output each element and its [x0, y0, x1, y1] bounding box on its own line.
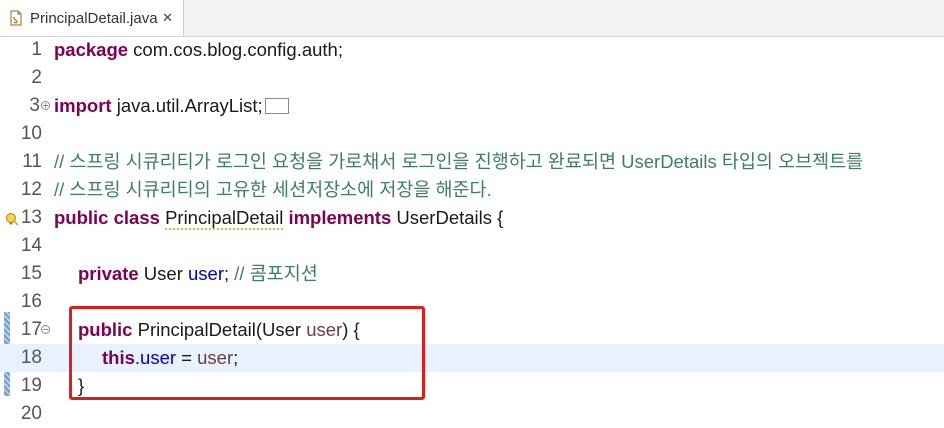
code-line-15[interactable]: 15 private User user; // 콤포지션: [0, 260, 944, 288]
keyword: class: [113, 207, 160, 228]
field-name: user: [188, 263, 225, 284]
code-line-10[interactable]: 10: [0, 120, 944, 148]
collapse-fold-icon[interactable]: −: [41, 325, 50, 334]
line-number: 14: [20, 235, 42, 256]
editor-tab-bar: PrincipalDetail.java ✕: [0, 0, 944, 37]
tab-label: PrincipalDetail.java: [30, 9, 158, 27]
keyword: private: [78, 263, 139, 284]
code-text: User: [138, 263, 189, 284]
line-number: 2: [31, 67, 42, 88]
comment-text: // 스프링 시큐리티가 로그인 요청을 가로채서 로그인을 진행하고 완료되면…: [54, 151, 864, 172]
keyword: package: [54, 39, 129, 60]
code-line-13[interactable]: 13 public class PrincipalDetail implemen…: [0, 204, 944, 232]
close-icon[interactable]: ✕: [162, 11, 173, 26]
line-code: public class PrincipalDetail implements …: [54, 204, 503, 232]
comment-text: // 콤포지션: [234, 263, 318, 284]
line-code: import java.util.ArrayList;: [54, 92, 289, 120]
line-number: 17: [20, 319, 42, 340]
code-line-3[interactable]: 3 + import java.util.ArrayList;: [0, 92, 944, 120]
code-text: ;: [224, 263, 235, 284]
java-file-icon: [8, 10, 24, 26]
line-number: 20: [20, 403, 42, 424]
keyword: public: [54, 207, 109, 228]
line-code: package com.cos.blog.config.auth;: [54, 36, 343, 64]
comment-text: // 스프링 시큐리티의 고유한 세션저장소에 저장을 해준다.: [54, 179, 492, 200]
line-number: 3: [29, 95, 40, 116]
line-number: 13: [20, 207, 42, 228]
line-number: 11: [22, 151, 42, 172]
tab-principaldetail[interactable]: PrincipalDetail.java ✕: [0, 0, 184, 36]
collapsed-imports-icon[interactable]: [264, 98, 289, 115]
line-number: 12: [20, 179, 42, 200]
line-number: 1: [31, 39, 42, 60]
code-line-1[interactable]: 1 package com.cos.blog.config.auth;: [0, 36, 944, 64]
keyword: implements: [288, 207, 392, 228]
code-line-20[interactable]: 20: [0, 400, 944, 428]
line-number: 10: [20, 123, 42, 144]
line-number: 19: [20, 375, 42, 396]
class-name: PrincipalDetail: [165, 207, 284, 230]
keyword: import: [54, 95, 112, 116]
code-line-14[interactable]: 14: [0, 232, 944, 260]
code-text: com.cos.blog.config.auth;: [128, 39, 343, 60]
code-line-11[interactable]: 11 // 스프링 시큐리티가 로그인 요청을 가로채서 로그인을 진행하고 완…: [0, 148, 944, 176]
line-code: private User user; // 콤포지션: [78, 260, 318, 288]
code-text: java.util.ArrayList;: [111, 95, 263, 116]
code-line-12[interactable]: 12 // 스프링 시큐리티의 고유한 세션저장소에 저장을 해준다.: [0, 176, 944, 204]
line-number: 18: [20, 347, 42, 368]
code-line-2[interactable]: 2: [0, 64, 944, 92]
line-number: 16: [20, 291, 42, 312]
code-text: UserDetails {: [391, 207, 504, 228]
line-number: 15: [20, 263, 42, 284]
red-highlight-box: [69, 306, 425, 400]
expand-fold-icon[interactable]: +: [41, 101, 50, 110]
